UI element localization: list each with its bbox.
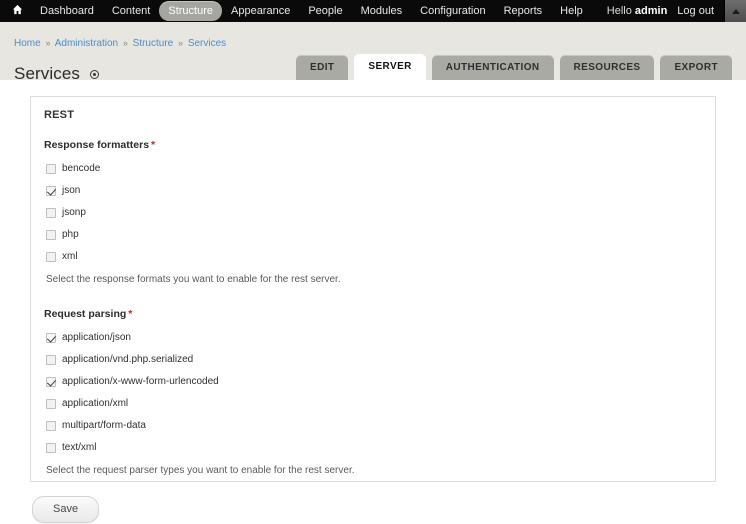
- admin-toolbar: Dashboard Content Structure Appearance P…: [0, 0, 746, 22]
- form-actions: Save: [0, 482, 746, 523]
- checkbox-label: xml: [62, 251, 78, 262]
- checkbox-row[interactable]: multipart/form-data: [44, 415, 699, 437]
- page-header: Home » Administration » Structure » Serv…: [0, 22, 746, 83]
- breadcrumb-separator: »: [178, 38, 184, 48]
- tab-authentication[interactable]: AUTHENTICATION: [431, 55, 554, 80]
- checkbox-xml[interactable]: [46, 252, 56, 262]
- checkbox-label: jsonp: [62, 207, 86, 218]
- checkbox-text-xml[interactable]: [46, 443, 56, 453]
- checkbox-label: text/xml: [62, 442, 97, 453]
- toolbar-menu: Dashboard Content Structure Appearance P…: [6, 1, 592, 21]
- checkbox-row[interactable]: application/xml: [44, 393, 699, 415]
- breadcrumb-item-home[interactable]: Home: [14, 38, 41, 49]
- response-formatters-label: Response formatters *: [44, 139, 699, 151]
- required-marker: *: [128, 308, 133, 320]
- checkbox-application-vnd-php-serialized[interactable]: [46, 355, 56, 365]
- page-content: REST Response formatters * bencode json j…: [0, 80, 746, 523]
- required-marker: *: [151, 139, 156, 151]
- toolbar-item-modules[interactable]: Modules: [352, 1, 412, 21]
- home-icon: [12, 4, 23, 15]
- checkbox-label: json: [62, 185, 81, 196]
- checkbox-application-xml[interactable]: [46, 399, 56, 409]
- checkbox-row[interactable]: bencode: [44, 158, 699, 180]
- response-formatters-label-text: Response formatters: [44, 139, 150, 151]
- tab-edit[interactable]: EDIT: [296, 55, 349, 80]
- tab-server[interactable]: SERVER: [354, 54, 426, 80]
- primary-tabs: EDIT SERVER AUTHENTICATION RESOURCES EXP…: [296, 54, 732, 80]
- checkbox-label: application/x-www-form-urlencoded: [62, 376, 219, 387]
- request-parsing-label: Request parsing *: [44, 308, 699, 320]
- user-greeting: Hello admin: [607, 5, 676, 17]
- page-title: Services: [14, 64, 80, 84]
- checkbox-row[interactable]: application/x-www-form-urlencoded: [44, 371, 699, 393]
- checkbox-label: bencode: [62, 163, 101, 174]
- breadcrumb: Home » Administration » Structure » Serv…: [0, 30, 746, 50]
- checkbox-php[interactable]: [46, 230, 56, 240]
- caret-up-icon: [731, 8, 740, 14]
- breadcrumb-separator: »: [122, 38, 128, 48]
- checkbox-label: application/xml: [62, 398, 129, 409]
- toolbar-collapse-button[interactable]: [724, 0, 746, 22]
- checkbox-bencode[interactable]: [46, 164, 56, 174]
- request-parsing-fieldset: Request parsing * application/json applic…: [41, 308, 699, 477]
- request-parsing-label-text: Request parsing: [44, 308, 127, 320]
- panel-title: REST: [44, 109, 75, 121]
- toolbar-item-home[interactable]: [6, 2, 31, 20]
- request-parsing-description: Select the request parser types you want…: [46, 465, 355, 476]
- toolbar-item-reports[interactable]: Reports: [495, 1, 552, 21]
- toolbar-item-content[interactable]: Content: [103, 1, 160, 21]
- checkbox-row[interactable]: php: [44, 224, 699, 246]
- toolbar-item-help[interactable]: Help: [551, 1, 592, 21]
- tab-resources[interactable]: RESOURCES: [559, 55, 655, 80]
- checkbox-application-json[interactable]: [46, 333, 56, 343]
- toolbar-user-area: Hello admin Log out: [607, 0, 746, 22]
- response-formatters-description: Select the response formats you want to …: [46, 274, 341, 285]
- checkbox-jsonp[interactable]: [46, 208, 56, 218]
- checkbox-multipart-form-data[interactable]: [46, 421, 56, 431]
- toolbar-item-appearance[interactable]: Appearance: [222, 1, 299, 21]
- contextual-links-icon[interactable]: [90, 69, 99, 79]
- save-button[interactable]: Save: [32, 496, 100, 523]
- tab-export[interactable]: EXPORT: [660, 55, 732, 80]
- checkbox-json[interactable]: [46, 186, 56, 196]
- checkbox-label: application/vnd.php.serialized: [62, 354, 194, 365]
- toolbar-item-structure[interactable]: Structure: [159, 1, 222, 21]
- toolbar-item-configuration[interactable]: Configuration: [411, 1, 494, 21]
- checkbox-row[interactable]: text/xml: [44, 437, 699, 459]
- checkbox-row[interactable]: application/json: [44, 327, 699, 349]
- user-name: admin: [634, 5, 668, 17]
- checkbox-label: php: [62, 229, 79, 240]
- toolbar-item-dashboard[interactable]: Dashboard: [31, 1, 103, 21]
- checkbox-row[interactable]: jsonp: [44, 202, 699, 224]
- fieldset-spacer: [41, 286, 699, 308]
- response-formatters-fieldset: Response formatters * bencode json jsonp …: [41, 139, 699, 286]
- checkbox-application-x-www-form-urlencoded[interactable]: [46, 377, 56, 387]
- checkbox-row[interactable]: application/vnd.php.serialized: [44, 349, 699, 371]
- checkbox-row[interactable]: xml: [44, 246, 699, 268]
- breadcrumb-separator: »: [45, 38, 51, 48]
- toolbar-item-people[interactable]: People: [299, 1, 351, 21]
- breadcrumb-item-administration[interactable]: Administration: [55, 38, 118, 49]
- breadcrumb-item-structure[interactable]: Structure: [133, 38, 174, 49]
- greeting-prefix: Hello: [606, 5, 635, 17]
- checkbox-row[interactable]: json: [44, 180, 699, 202]
- checkbox-label: multipart/form-data: [62, 420, 146, 431]
- breadcrumb-item-services[interactable]: Services: [188, 38, 226, 49]
- logout-link[interactable]: Log out: [675, 5, 724, 17]
- rest-settings-panel: REST Response formatters * bencode json j…: [30, 96, 716, 482]
- checkbox-label: application/json: [62, 332, 131, 343]
